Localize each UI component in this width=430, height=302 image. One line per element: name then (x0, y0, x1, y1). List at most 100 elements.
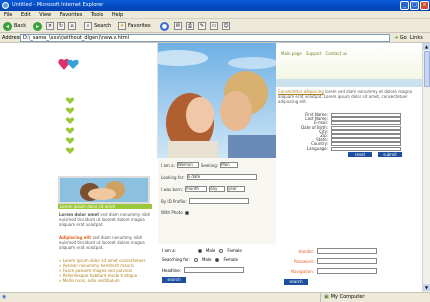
top-link-contact-us[interactable]: Contact us (326, 51, 347, 56)
forward-button[interactable]: ▸ (33, 21, 42, 31)
menu-tools[interactable]: Tools (91, 12, 103, 18)
zone-label: My Computer (330, 294, 365, 300)
intro-text: Consectetur adipiscing lorem sed diam no… (278, 89, 418, 104)
qs-headline-label: Headline: (162, 267, 182, 273)
article-second: Adipiscing elit sed diam nonummy nibh eu… (59, 235, 145, 250)
stop-icon: × (46, 22, 54, 30)
menu-file[interactable]: File (4, 12, 12, 18)
submit-button[interactable]: submit (378, 151, 402, 157)
search-button[interactable]: ⌕ Search (84, 21, 111, 31)
top-link-support[interactable]: Support (306, 51, 322, 56)
top-link-main-page[interactable]: Main page (281, 51, 302, 56)
refresh-button[interactable]: ↻ (57, 21, 65, 31)
looking-for-label: Looking for: (161, 174, 185, 180)
password-label: Password: (293, 258, 314, 264)
nav-heart-icon[interactable] (65, 129, 76, 144)
address-label: Address (2, 35, 22, 41)
links-button[interactable]: Links (410, 34, 423, 42)
home-button[interactable]: ⌂ (68, 21, 76, 31)
article-section: Lorem ipsum dolor sit amet Lorem dolor a… (0, 158, 158, 292)
media-icon: ● (160, 21, 169, 31)
go-arrow-icon: ➜ (394, 35, 399, 41)
nav-heart-icon[interactable] (65, 119, 76, 134)
qs-i-am-male-radio[interactable] (197, 248, 202, 253)
print-button[interactable]: ⎙ (186, 21, 194, 31)
menu-help[interactable]: Help (112, 12, 123, 18)
zone-indicator: ▣ My Computer (320, 293, 364, 302)
profile-field-label: Language: (306, 145, 328, 151)
scroll-down-arrow-icon[interactable]: ▼ (423, 284, 430, 291)
stop-button[interactable]: × (46, 21, 54, 31)
close-button[interactable]: × (420, 1, 429, 10)
i-am-select[interactable]: Woman (176, 162, 199, 168)
handle-label: Handle: (298, 248, 314, 254)
qs-searching-male-radio[interactable] (193, 257, 198, 262)
menu-edit[interactable]: Edit (21, 12, 31, 18)
profile-field-row: Language: (278, 145, 401, 151)
address-input[interactable]: D:\_same_\xxx\(without_dlgen)\new.v.html (20, 34, 390, 42)
maximize-button[interactable]: □ (410, 1, 419, 10)
menu-bar: File Edit View Favorites Tools Help (0, 11, 430, 19)
qs-i-am-label: I am a: (162, 248, 176, 253)
seeking-select[interactable]: Man (220, 162, 239, 168)
edit-button[interactable]: ✎ (198, 21, 206, 31)
hearts-logo-icon (58, 58, 79, 70)
qs-i-am-female-radio[interactable] (219, 248, 224, 253)
discuss-button[interactable]: ▭ (210, 21, 218, 31)
scroll-thumb[interactable] (424, 51, 430, 87)
reset-button[interactable]: reset (348, 151, 372, 157)
born-month-select[interactable]: month (184, 186, 207, 192)
menu-favorites[interactable]: Favorites (60, 12, 83, 18)
with-photo-label: With Photo (161, 210, 183, 215)
menu-view[interactable]: View (39, 12, 51, 18)
article-lead: Lorem dolor amet sed diam nonummy nibh e… (59, 212, 151, 227)
mail-icon: ✉ (174, 22, 182, 30)
refresh-icon: ↻ (57, 22, 65, 30)
handle-input[interactable] (317, 248, 377, 254)
born-year-select[interactable]: year (226, 186, 245, 192)
nav-heart-list (65, 89, 76, 154)
qs-headline-input[interactable] (184, 267, 245, 273)
back-button[interactable]: ◂ Back (3, 21, 26, 31)
article-title: Lorem ipsum dolor sit amet (58, 204, 152, 209)
profile-field-input[interactable] (331, 146, 401, 151)
article-bullet-text: Mollis nunc, odio vestibulum (62, 278, 120, 283)
window-title: Untitled - Microsoft Internet Explorer (12, 2, 104, 8)
article-bullet-item[interactable]: » Mollis nunc, odio vestibulum (59, 278, 145, 283)
vertical-scrollbar[interactable]: ▲ ▼ (422, 43, 430, 292)
quick-search-form: I am a: Male Female Searching for: Male … (158, 244, 276, 292)
status-bar: ◉ ▣ My Computer (0, 292, 430, 302)
print-icon: ⎙ (186, 22, 194, 30)
with-photo-radio[interactable] (184, 210, 189, 215)
login-form: Handle: Password: Navigation: search (276, 244, 422, 292)
nav-heart-icon[interactable] (65, 89, 76, 104)
qs-searching-for-label: Searching for: (162, 257, 190, 262)
login-search-button[interactable]: search (284, 279, 308, 285)
go-button[interactable]: ➜ Go (394, 34, 407, 42)
favorites-button[interactable]: ★ Favorites (118, 21, 151, 31)
edit-icon: ✎ (198, 22, 206, 30)
nav-heart-icon[interactable] (65, 139, 76, 154)
hero-couple-photo (158, 43, 276, 158)
profile-form: First Name: Last Name: E-mail: Date of Birt… (276, 113, 422, 158)
messenger-button[interactable]: ☺ (222, 21, 230, 31)
password-input[interactable] (317, 258, 377, 264)
id-profile-input[interactable] (188, 198, 249, 204)
mail-button[interactable]: ✉ (174, 21, 182, 31)
nav-heart-icon[interactable] (65, 99, 76, 114)
i-am-label: I am a: (161, 162, 175, 168)
scroll-up-arrow-icon[interactable]: ▲ (423, 43, 430, 50)
article-bullet-list: » Lorem ipsum dolor sit amet consectetue… (59, 258, 145, 283)
messenger-icon: ☺ (222, 22, 230, 30)
minimize-button[interactable]: _ (400, 1, 409, 10)
navigation-label: Navigation: (291, 268, 314, 274)
discuss-icon: ▭ (210, 22, 218, 30)
qs-searching-female-radio[interactable] (215, 257, 220, 262)
navigation-select[interactable] (317, 268, 377, 274)
looking-for-select[interactable]: a date (186, 174, 257, 180)
qs-search-button[interactable]: search (162, 277, 186, 283)
back-arrow-icon: ◂ (3, 21, 12, 31)
nav-heart-icon[interactable] (65, 109, 76, 124)
born-day-select[interactable]: day (208, 186, 225, 192)
media-button[interactable]: ● (160, 21, 169, 31)
